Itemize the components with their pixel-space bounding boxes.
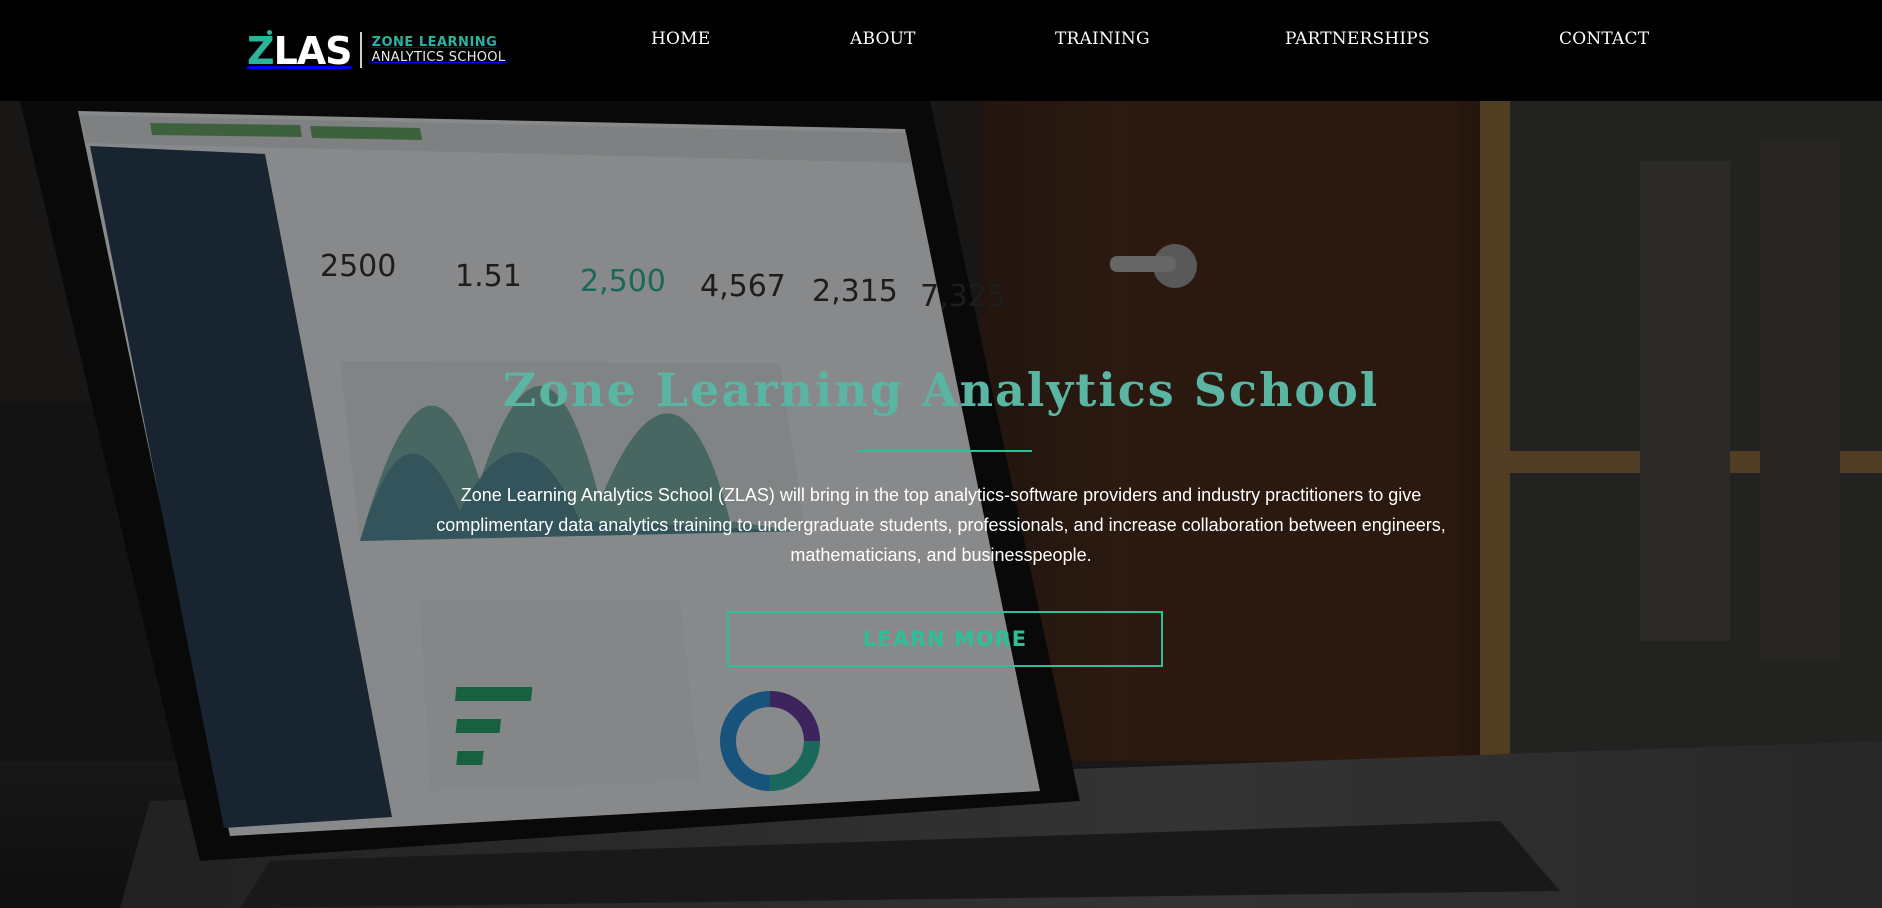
hero-section: 2500 1.51 2,500 4,567 2,315 7,325 Zone L… xyxy=(0,101,1882,908)
site-header: Z LAS ZONE LEARNING ANALYTICS SCHOOL HOM… xyxy=(0,0,1882,101)
nav-contact[interactable]: CONTACT xyxy=(1559,29,1649,49)
nav-home[interactable]: HOME xyxy=(651,29,710,49)
hero-description: Zone Learning Analytics School (ZLAS) wi… xyxy=(436,485,1446,565)
hero-title-divider xyxy=(858,450,1032,452)
main-nav: HOME ABOUT TRAINING PARTNERSHIPS CONTACT xyxy=(0,0,1882,81)
nav-training[interactable]: TRAINING xyxy=(1055,29,1150,49)
hero-title: Zone Learning Analytics School xyxy=(502,363,1380,417)
nav-about[interactable]: ABOUT xyxy=(850,29,916,49)
nav-partnerships[interactable]: PARTNERSHIPS xyxy=(1285,29,1430,49)
learn-more-button[interactable]: LEARN MORE xyxy=(727,611,1163,667)
